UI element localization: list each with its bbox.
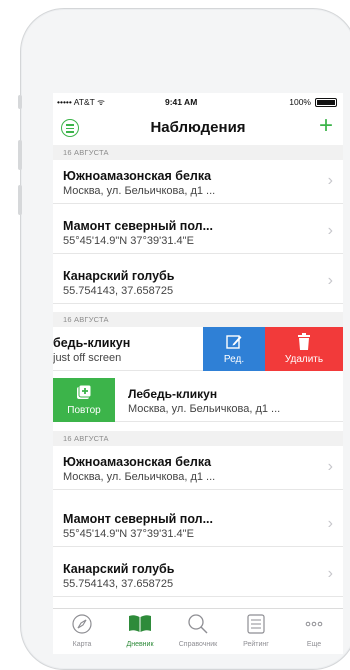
tab-label: Рейтинг [243,641,269,648]
chevron-right-icon: › [327,458,333,475]
item-subtitle: Москва, ул. Бельичкова, д1 ... [63,471,216,483]
swiped-right-row[interactable]: Повтор Лебедь-кликун Москва, ул. Бельичк… [53,378,343,422]
list-item[interactable]: Южноамазонская белка Москва, ул. Бельичк… [53,446,343,490]
app-screen: ••••• AT&T ᯤ 9:41 AM 100% Наблюдения + 1… [53,93,343,608]
volume-down-button [18,185,22,215]
item-subtitle: Москва, ул. Бельичкова, д1 ... [128,403,281,415]
item-title: Канарский голубь [63,269,175,283]
item-subtitle: 55.754143, 37.658725 [63,285,174,297]
item-title: Лебедь-кликун [128,387,218,401]
item-subtitle: 55.754143, 37.658725 [63,578,174,590]
tab-label: Еще [306,641,322,648]
item-subtitle: 55°45'14.9"N 37°39'31.4"E [63,528,194,540]
volume-up-button [18,140,22,170]
item-title: Мамонт северный пол... [63,219,214,233]
item-title: Канарский голубь [63,562,175,576]
more-icon [305,621,323,627]
item-title: Мамонт северный пол... [63,512,214,526]
compass-icon [72,614,92,634]
add-button[interactable]: + [319,114,333,138]
chevron-right-icon: › [327,222,333,239]
carrier-label: ••••• AT&T ᯤ [57,97,105,107]
section-header: 16 АВГУСТА [53,431,343,446]
book-icon [129,615,151,632]
chevron-right-icon: › [327,172,333,189]
search-icon [188,614,208,634]
battery-percent: 100% [289,97,311,107]
clock: 9:41 AM [165,97,198,107]
tab-label: Справочник [178,641,218,648]
page-title: Наблюдения [150,119,246,136]
tab-map[interactable]: Карта [53,613,111,648]
item-subtitle: 55°45'14.9"N 37°39'31.4"E [63,235,194,247]
tab-bar: Карта Дневник Справочник Рейтинг Еще [53,608,343,654]
tab-reference[interactable]: Справочник [169,613,227,648]
chevron-right-icon: › [327,515,333,532]
chevron-right-icon: › [327,565,333,582]
tab-diary[interactable]: Дневник [111,613,169,648]
list-item[interactable]: Мамонт северный пол... 55°45'14.9"N 37°3… [53,503,343,547]
list-item[interactable]: Канарский голубь 55.754143, 37.658725 › [53,260,343,304]
section-header: 16 АВГУСТА [53,145,343,160]
item-subtitle: just off screen [53,352,122,364]
chevron-right-icon: › [327,272,333,289]
edit-icon [226,335,242,349]
repeat-label: Повтор [67,405,101,416]
delete-button[interactable]: Удалить [265,327,343,371]
status-bar: ••••• AT&T ᯤ 9:41 AM 100% [53,93,343,111]
trash-icon [298,333,310,350]
edit-label: Ред. [223,354,245,365]
tab-label: Карта [72,641,92,648]
list-icon [247,614,265,634]
list-item[interactable]: Мамонт северный пол... 55°45'14.9"N 37°3… [53,210,343,254]
tab-label: Дневник [126,641,154,648]
tab-more[interactable]: Еще [285,613,343,648]
repeat-button[interactable]: Повтор [53,378,115,422]
item-title: Южноамазонская белка [63,169,212,183]
edit-button[interactable]: Ред. [203,327,265,371]
navigation-bar: Наблюдения + [53,111,343,145]
battery-icon [315,98,337,107]
item-subtitle: Москва, ул. Бельичкова, д1 ... [63,185,216,197]
repeat-icon [77,384,92,399]
section-header: 16 АВГУСТА [53,312,343,327]
list-item[interactable]: Канарский голубь 55.754143, 37.658725 › [53,553,343,597]
mute-switch [18,95,22,109]
item-title: Южноамазонская белка [63,455,212,469]
swiped-left-row: бедь-кликун just off screen Ред. Удалить [53,327,343,371]
delete-label: Удалить [284,354,324,365]
item-title: бедь-кликун [53,336,131,350]
list-item[interactable]: Южноамазонская белка Москва, ул. Бельичк… [53,160,343,204]
tab-rating[interactable]: Рейтинг [227,613,285,648]
